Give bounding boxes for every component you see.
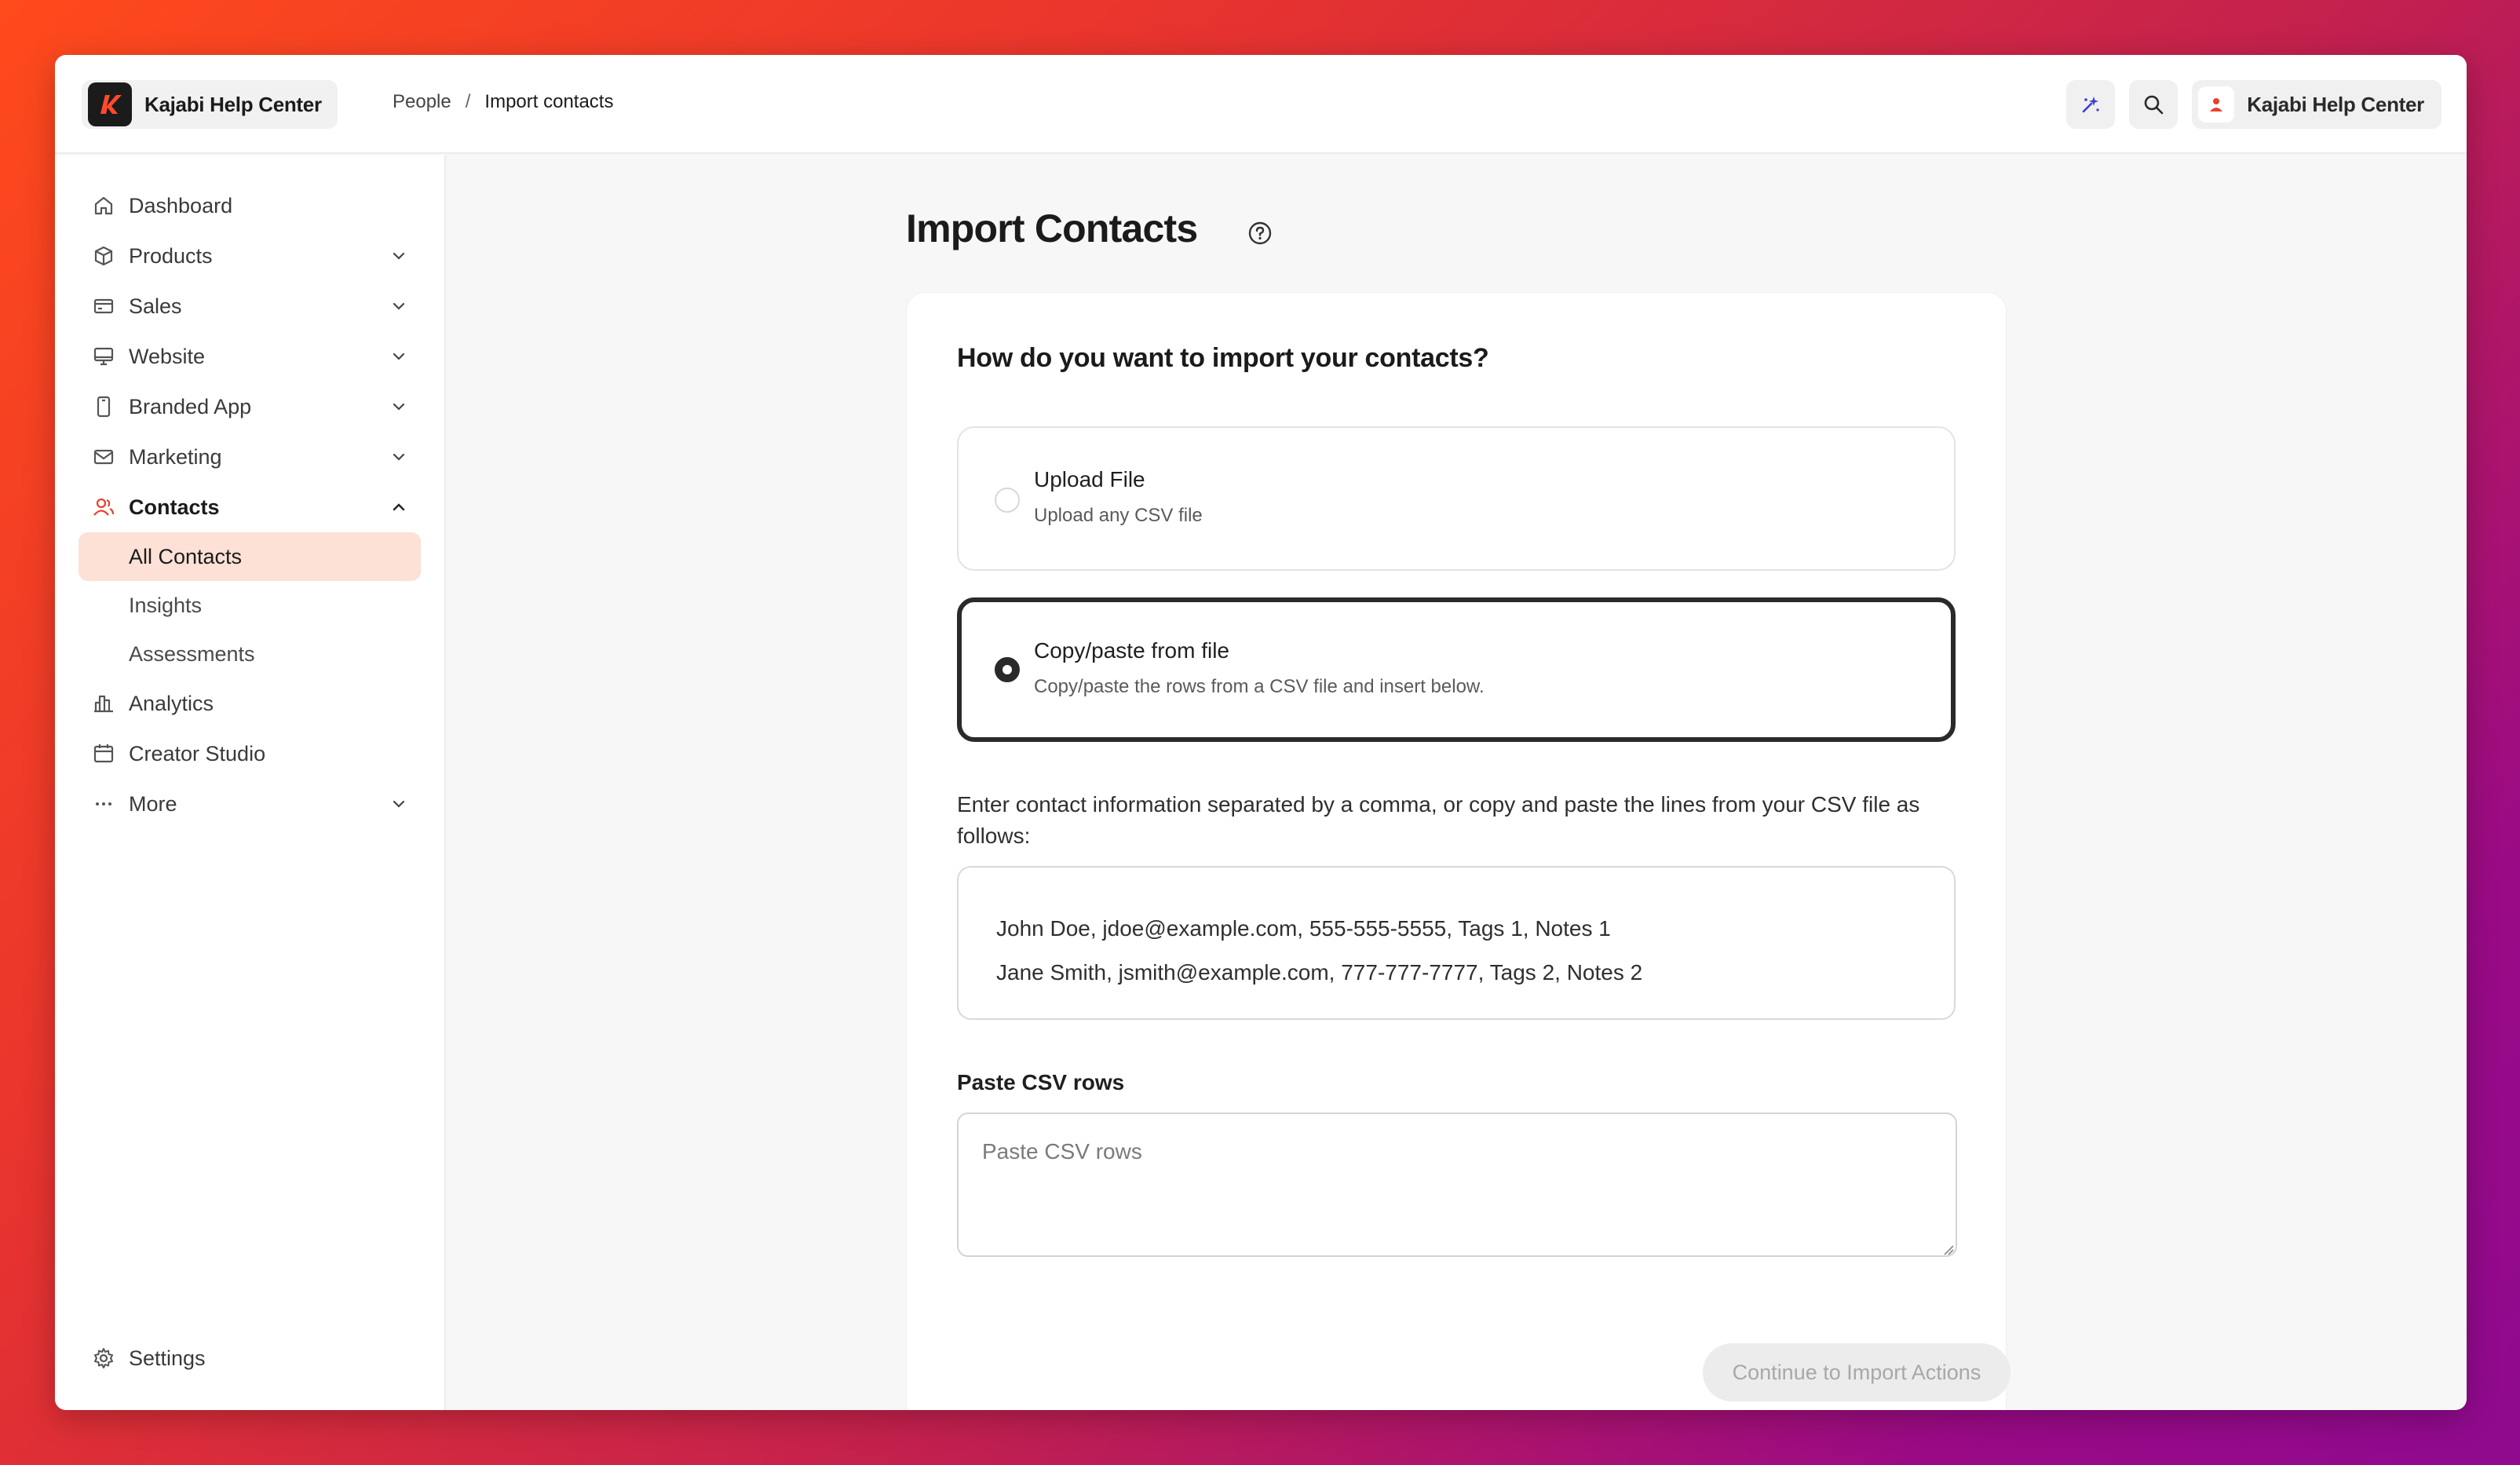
chevron-up-icon (388, 496, 410, 518)
import-card: How do you want to import your contacts?… (906, 292, 2011, 1410)
sidebar-item-creator-studio[interactable]: Creator Studio (79, 729, 421, 779)
sidebar-item-website[interactable]: Website (79, 331, 421, 382)
chevron-down-icon (388, 245, 410, 267)
phone-icon (91, 394, 116, 419)
app-window: Kajabi Help Center People / Import conta… (55, 55, 2467, 1410)
sidebar-item-label: Products (129, 243, 213, 268)
sidebar-item-analytics[interactable]: Analytics (79, 678, 421, 729)
sidebar-subitem-all-contacts[interactable]: All Contacts (79, 532, 421, 581)
monitor-icon (91, 344, 116, 369)
top-bar: Kajabi Help Center People / Import conta… (55, 55, 2467, 154)
site-name: Kajabi Help Center (144, 92, 322, 116)
account-name: Kajabi Help Center (2247, 92, 2424, 116)
breadcrumb-separator: / (465, 91, 471, 112)
sidebar-item-label: Settings (129, 1346, 206, 1370)
ellipsis-icon (91, 791, 116, 817)
sidebar-item-label: More (129, 791, 177, 816)
help-circle-icon[interactable] (1247, 220, 1273, 247)
sidebar-item-settings[interactable]: Settings (79, 1333, 421, 1383)
sidebar-item-label: Dashboard (129, 193, 233, 217)
sidebar-item-dashboard[interactable]: Dashboard (79, 181, 421, 231)
csv-example-box: John Doe, jdoe@example.com, 555-555-5555… (957, 866, 1956, 1020)
copy-paste-radio[interactable] (995, 657, 1020, 682)
csv-example-line: Jane Smith, jsmith@example.com, 777-777-… (996, 960, 1643, 985)
main-content: Import Contacts How do you want to impor… (447, 155, 2467, 1410)
chevron-down-icon (388, 396, 410, 418)
paste-csv-textarea[interactable] (957, 1112, 1957, 1257)
search-icon (2144, 95, 2164, 115)
copy-paste-option[interactable]: Copy/paste from file Copy/paste the rows… (957, 597, 1956, 742)
sidebar-subitem-assessments[interactable]: Assessments (79, 630, 421, 678)
sidebar-item-label: Analytics (129, 691, 214, 715)
breadcrumb: People / Import contacts (393, 91, 613, 113)
users-icon (91, 495, 116, 520)
account-menu[interactable]: Kajabi Help Center (2192, 80, 2441, 129)
sidebar-item-marketing[interactable]: Marketing (79, 432, 421, 482)
page-title: Import Contacts (906, 206, 1198, 250)
home-icon (91, 193, 116, 218)
upload-file-radio[interactable] (995, 488, 1020, 513)
sidebar-item-label: Branded App (129, 394, 252, 418)
sidebar: Dashboard Products Sales Website Branded… (55, 155, 446, 1410)
credit-card-icon (91, 294, 116, 319)
sidebar-item-label: Sales (129, 294, 182, 318)
breadcrumb-people[interactable]: People (393, 91, 451, 113)
upload-file-option[interactable]: Upload File Upload any CSV file (957, 426, 1956, 571)
continue-button[interactable]: Continue to Import Actions (1703, 1343, 2011, 1401)
option-subtitle: Upload any CSV file (1034, 505, 1203, 526)
sidebar-item-label: Marketing (129, 444, 222, 469)
option-title: Copy/paste from file (1034, 638, 1229, 663)
sidebar-item-branded-app[interactable]: Branded App (79, 382, 421, 432)
site-switcher[interactable]: Kajabi Help Center (82, 80, 338, 129)
option-title: Upload File (1034, 467, 1145, 491)
settings-container: Settings (79, 1333, 421, 1383)
chevron-down-icon (388, 793, 410, 815)
sparkle-icon (2082, 97, 2099, 113)
sidebar-item-more[interactable]: More (79, 779, 421, 829)
sidebar-item-label: Contacts (129, 495, 220, 519)
sidebar-item-label: Creator Studio (129, 741, 266, 765)
top-actions: Kajabi Help Center (2066, 80, 2441, 129)
mail-icon (91, 444, 116, 469)
chevron-down-icon (388, 345, 410, 367)
sidebar-item-sales[interactable]: Sales (79, 281, 421, 331)
sidebar-item-contacts[interactable]: Contacts (79, 482, 421, 532)
sidebar-item-label: Website (129, 344, 206, 368)
chevron-down-icon (388, 295, 410, 317)
sidebar-subitem-insights[interactable]: Insights (79, 581, 421, 630)
sidebar-nav: Dashboard Products Sales Website Branded… (79, 181, 421, 829)
csv-example-line: John Doe, jdoe@example.com, 555-555-5555… (996, 916, 1611, 941)
resize-handle-icon[interactable] (1941, 1243, 1954, 1255)
avatar (2198, 86, 2235, 122)
ai-assistant-button[interactable] (2066, 80, 2116, 129)
import-method-question: How do you want to import your contacts? (957, 343, 1489, 373)
bar-chart-icon (91, 691, 116, 716)
search-button[interactable] (2129, 80, 2179, 129)
option-subtitle: Copy/paste the rows from a CSV file and … (1034, 676, 1485, 697)
gear-icon (91, 1346, 116, 1371)
paste-csv-label: Paste CSV rows (957, 1070, 1125, 1094)
instructions-text: Enter contact information separated by a… (957, 792, 1920, 848)
breadcrumb-current: Import contacts (484, 91, 614, 112)
sidebar-item-products[interactable]: Products (79, 231, 421, 281)
kajabi-logo-icon (88, 82, 132, 126)
calendar-icon (91, 741, 116, 766)
box-icon (91, 243, 116, 269)
user-icon (2210, 98, 2223, 111)
chevron-down-icon (388, 446, 410, 468)
